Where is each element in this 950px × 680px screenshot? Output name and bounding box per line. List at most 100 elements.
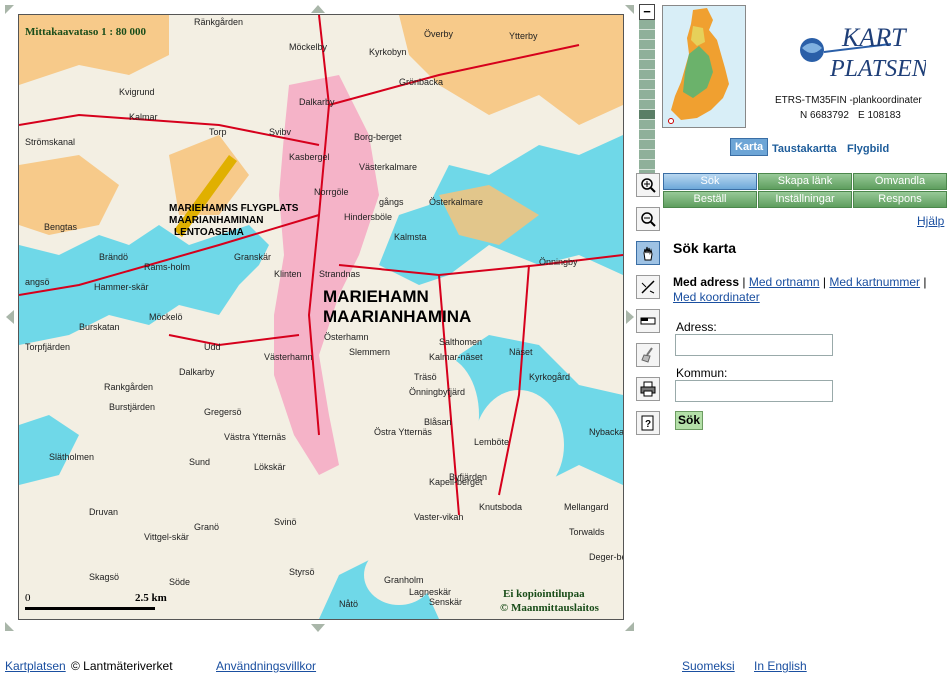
print-icon bbox=[640, 381, 656, 397]
search-submit-button[interactable]: Sök bbox=[675, 411, 703, 430]
pan-southeast-arrow[interactable] bbox=[625, 622, 634, 631]
place-name-label: Torp bbox=[209, 127, 227, 137]
feedback-button[interactable]: Respons bbox=[853, 191, 947, 208]
footer-site-link[interactable]: Kartplatsen bbox=[5, 659, 66, 673]
zoom-level-step[interactable] bbox=[639, 40, 655, 50]
place-name-label: Hammer-skär bbox=[94, 282, 149, 292]
municipality-input[interactable] bbox=[675, 380, 833, 402]
island-shape bbox=[194, 557, 244, 593]
zoom-level-step[interactable] bbox=[639, 80, 655, 90]
tab-karta[interactable]: Karta bbox=[730, 138, 769, 156]
overview-map[interactable] bbox=[662, 5, 746, 128]
zoom-level-step[interactable] bbox=[639, 90, 655, 100]
zoom-slider[interactable]: − + bbox=[639, 4, 655, 196]
place-name-label: Kvigrund bbox=[119, 87, 155, 97]
place-name-label: Burstjärden bbox=[109, 402, 155, 412]
zoom-level-step[interactable] bbox=[639, 150, 655, 160]
create-link-button[interactable]: Skapa länk bbox=[758, 173, 852, 190]
zoom-level-step[interactable] bbox=[639, 30, 655, 40]
place-name-label: Strömskanal bbox=[25, 137, 75, 147]
clear-tool[interactable] bbox=[636, 343, 660, 367]
address-label: Adress: bbox=[676, 320, 717, 334]
search-mode-map-number[interactable]: Med kartnummer bbox=[829, 275, 920, 289]
separator: | bbox=[822, 275, 827, 289]
zoom-minus-button[interactable]: − bbox=[639, 4, 655, 20]
settings-button[interactable]: Inställningar bbox=[758, 191, 852, 208]
place-name-label: Möckelby bbox=[289, 42, 328, 52]
help-link[interactable]: Hjälp bbox=[917, 214, 944, 228]
place-name-label: Skagsö bbox=[89, 572, 119, 582]
zoom-out-icon bbox=[641, 212, 656, 227]
zoom-level-step[interactable] bbox=[639, 20, 655, 30]
place-name-label: Kalmsta bbox=[394, 232, 427, 242]
scale-tool[interactable] bbox=[636, 309, 660, 333]
place-name-label: Östra Ytternäs bbox=[374, 427, 432, 437]
zoom-level-step[interactable] bbox=[639, 60, 655, 70]
logo-word-platsen: PLATSEN bbox=[829, 56, 926, 82]
zoom-level-step[interactable] bbox=[639, 50, 655, 60]
place-name-label: Bengtas bbox=[44, 222, 78, 232]
tab-taustakartta[interactable]: Taustakartta bbox=[772, 143, 837, 155]
municipality-label: Kommun: bbox=[676, 366, 728, 380]
place-name-label: Senskär bbox=[429, 597, 462, 607]
pan-east-arrow[interactable] bbox=[626, 310, 634, 324]
city-label-finnish: MAARIANHAMINA bbox=[323, 307, 471, 326]
pan-west-arrow[interactable] bbox=[6, 310, 14, 324]
convert-button[interactable]: Omvandla bbox=[853, 173, 947, 190]
place-name-label: Vittgel-skär bbox=[144, 532, 189, 542]
pan-south-arrow[interactable] bbox=[311, 624, 325, 632]
scalebar bbox=[25, 607, 155, 610]
zoom-level-step[interactable] bbox=[639, 110, 655, 120]
place-name-label: Strandnas bbox=[319, 269, 361, 279]
pan-northeast-arrow[interactable] bbox=[625, 5, 634, 14]
measure-tool[interactable] bbox=[636, 275, 660, 299]
place-name-label: Österhamn bbox=[324, 332, 369, 342]
place-name-label: Granholm bbox=[384, 575, 424, 585]
search-panel-title: Sök karta bbox=[673, 240, 737, 256]
footer-terms-link[interactable]: Användningsvillkor bbox=[216, 659, 316, 673]
help-info-icon: ? bbox=[641, 415, 654, 431]
place-name-label: Torwalds bbox=[569, 527, 605, 537]
airport-label-line1: MARIEHAMNS FLYGPLATS bbox=[169, 203, 299, 214]
search-mode-place-name[interactable]: Med ortnamn bbox=[749, 275, 820, 289]
island-shape bbox=[399, 355, 479, 475]
search-mode-coordinates[interactable]: Med koordinater bbox=[673, 290, 760, 304]
zoom-in-tool[interactable] bbox=[636, 173, 660, 197]
place-name-label: Lökskär bbox=[254, 462, 286, 472]
place-name-label: Träsö bbox=[414, 372, 437, 382]
place-name-label: Kalmar-näset bbox=[429, 352, 483, 362]
search-function-button[interactable]: Sök bbox=[663, 173, 757, 190]
footer-language-english[interactable]: In English bbox=[754, 659, 807, 673]
place-name-label: Norrgöle bbox=[314, 187, 349, 197]
pan-north-arrow[interactable] bbox=[311, 5, 325, 13]
tab-flygbild[interactable]: Flygbild bbox=[847, 143, 889, 155]
zoom-level-step[interactable] bbox=[639, 100, 655, 110]
place-name-label: Druvan bbox=[89, 507, 118, 517]
zoom-level-step[interactable] bbox=[639, 160, 655, 170]
pan-tool[interactable] bbox=[636, 241, 660, 265]
print-tool[interactable] bbox=[636, 377, 660, 401]
pan-southwest-arrow[interactable] bbox=[5, 622, 14, 631]
address-input[interactable] bbox=[675, 334, 833, 356]
zoom-level-step[interactable] bbox=[639, 70, 655, 80]
measure-icon bbox=[641, 280, 655, 294]
map-view[interactable]: Mittakaavataso 1 : 80 000 MARIEHAMN MAAR… bbox=[18, 14, 624, 620]
coordinate-north: N 6683792 bbox=[800, 110, 849, 121]
scale-level-label: Mittakaavataso 1 : 80 000 bbox=[25, 26, 146, 38]
footer-owner: © Lantmäteriverket bbox=[71, 659, 173, 673]
place-name-label: Kyrkogård bbox=[529, 372, 570, 382]
order-button[interactable]: Beställ bbox=[663, 191, 757, 208]
info-tool[interactable]: ? bbox=[636, 411, 660, 435]
zoom-levels[interactable] bbox=[639, 20, 655, 180]
footer-language-finnish[interactable]: Suomeksi bbox=[682, 659, 735, 673]
zoom-level-step[interactable] bbox=[639, 140, 655, 150]
place-name-label: Söde bbox=[169, 577, 190, 587]
zoom-level-step[interactable] bbox=[639, 120, 655, 130]
place-name-label: Dalkarby bbox=[179, 367, 215, 377]
place-name-label: Blåsan bbox=[424, 417, 452, 427]
place-name-label: Burskatan bbox=[79, 322, 120, 332]
zoom-out-tool[interactable] bbox=[636, 207, 660, 231]
zoom-level-step[interactable] bbox=[639, 130, 655, 140]
search-mode-current: Med adress bbox=[673, 275, 740, 289]
pan-northwest-arrow[interactable] bbox=[5, 5, 14, 14]
